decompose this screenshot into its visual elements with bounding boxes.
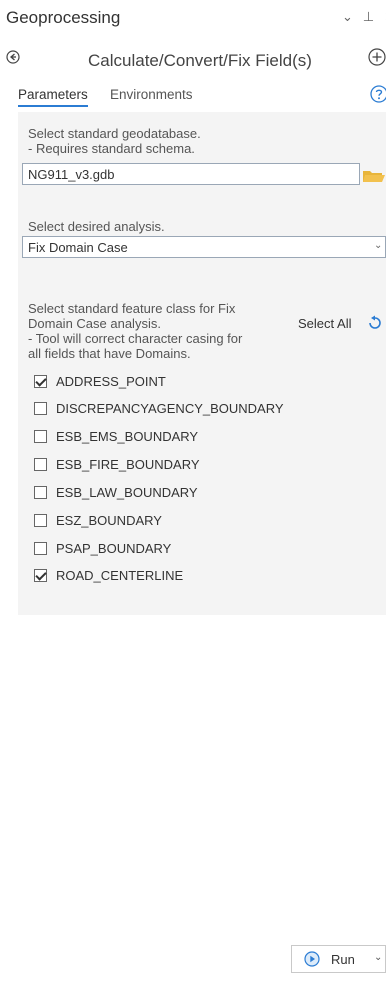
- analysis-dropdown[interactable]: Fix Domain Case: [22, 236, 386, 258]
- run-label: Run: [331, 952, 355, 967]
- pane-title: Geoprocessing: [6, 8, 121, 27]
- tool-title: Calculate/Convert/Fix Field(s): [88, 51, 312, 70]
- checkbox[interactable]: [34, 402, 47, 415]
- checkbox[interactable]: [34, 486, 47, 499]
- checkbox[interactable]: [34, 514, 47, 527]
- checkbox-checked[interactable]: [34, 569, 47, 582]
- feature-class-label: Select standard feature class for Fix Do…: [28, 301, 243, 361]
- checkbox[interactable]: [34, 458, 47, 471]
- back-arrow-icon[interactable]: [6, 50, 20, 64]
- tool-header: Calculate/Convert/Fix Field(s): [0, 40, 386, 74]
- chevron-down-icon: ⌄: [374, 240, 383, 251]
- checkbox[interactable]: [34, 430, 47, 443]
- checkbox[interactable]: [34, 542, 47, 555]
- refresh-icon[interactable]: [366, 314, 384, 332]
- tab-row: Parameters Environments: [0, 82, 386, 108]
- tab-environments[interactable]: Environments: [110, 87, 193, 102]
- help-icon[interactable]: [370, 85, 386, 103]
- checkbox-checked[interactable]: [34, 375, 47, 388]
- title-bar: Geoprocessing ⌄ ⊥ ✕: [0, 0, 386, 36]
- run-button[interactable]: Run ⌄: [291, 945, 386, 973]
- play-icon: [304, 951, 320, 967]
- gdb-label: Select standard geodatabase. - Requires …: [28, 126, 201, 156]
- add-icon[interactable]: [368, 48, 386, 66]
- tab-parameters[interactable]: Parameters: [18, 87, 88, 107]
- analysis-label: Select desired analysis.: [28, 219, 165, 234]
- pin-icon[interactable]: ⊥: [363, 9, 374, 25]
- pane-controls: ⌄ ⊥ ✕: [342, 9, 386, 25]
- collapse-icon[interactable]: ⌄: [342, 9, 353, 25]
- select-all-button[interactable]: Select All: [298, 316, 351, 331]
- parameters-panel: [18, 112, 386, 615]
- chevron-down-icon[interactable]: ⌄: [374, 952, 382, 963]
- gdb-input[interactable]: NG911_v3.gdb: [22, 163, 360, 185]
- folder-icon[interactable]: [362, 168, 386, 184]
